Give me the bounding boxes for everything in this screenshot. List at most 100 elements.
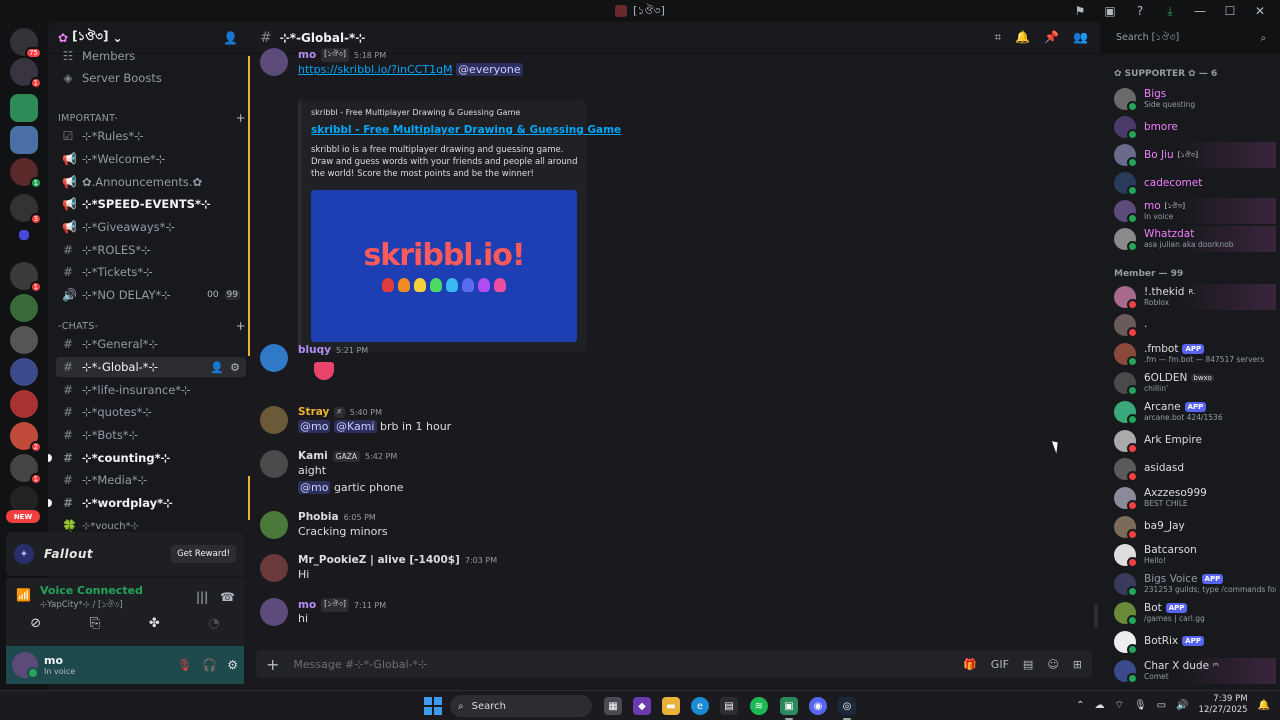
server-search[interactable]: Search [১ঔ৩] ⌕ [1110, 28, 1272, 48]
server-icon[interactable]: 1 [10, 158, 42, 189]
user-info[interactable]: mo In voice [44, 654, 75, 676]
mic-icon[interactable]: 🎙 [1134, 700, 1147, 711]
inbox-icon[interactable]: ▣ [1102, 3, 1118, 19]
member-row[interactable]: . [1112, 312, 1276, 338]
terminal-icon[interactable]: ▣ [780, 697, 798, 720]
voice-connected-label[interactable]: Voice Connected [40, 584, 143, 597]
mention[interactable]: @everyone [456, 63, 523, 76]
volume-icon[interactable]: 🔊 [1176, 700, 1188, 711]
message-author[interactable]: mo [298, 49, 316, 61]
channel-quotes[interactable]: # ⊹*quotes*⊹ [56, 402, 246, 422]
server-icon[interactable] [10, 358, 38, 386]
server-icon[interactable] [10, 390, 38, 418]
threads-icon[interactable]: ⌗ [994, 30, 1001, 45]
download-icon[interactable]: ⤓ [1162, 3, 1178, 19]
activities-icon[interactable]: ✤ [149, 616, 160, 631]
quest-promo[interactable]: ✦ Fallout Get Reward! [6, 532, 244, 576]
member-row[interactable]: .fmbot APP .fm — fm.bot — 847517 servers [1112, 341, 1276, 367]
task-view-icon[interactable]: ▦ [604, 697, 622, 715]
server-icon[interactable] [10, 294, 38, 322]
member-row[interactable]: Bo Jiu [১ঔ৩] [1112, 142, 1276, 168]
member-list-icon[interactable]: 👥 [1073, 30, 1088, 45]
emoji-icon[interactable]: ☺ [1047, 658, 1058, 671]
member-row[interactable]: Ark Empire [1112, 428, 1276, 454]
member-row[interactable]: bmore [1112, 114, 1276, 140]
message-author[interactable]: Mr_PookieZ | alive [-1400$] [298, 554, 460, 566]
add-channel-icon[interactable]: + [236, 111, 246, 125]
copilot-icon[interactable]: ◆ [633, 697, 651, 715]
channel-tickets[interactable]: # ⊹*Tickets*⊹ [56, 262, 246, 282]
sidebar-item-server-boosts[interactable]: ◈ Server Boosts [56, 68, 246, 88]
maximize-icon[interactable]: ☐ [1222, 3, 1238, 19]
attach-icon[interactable]: + [266, 655, 279, 674]
gear-icon[interactable]: ⚙ [227, 658, 238, 672]
member-row[interactable]: Bigs Side questing [1112, 86, 1276, 112]
taskbar-search[interactable]: ⌕ Search [450, 695, 592, 717]
member-row[interactable]: Axzzeso999 BEST CHILE [1112, 485, 1276, 511]
avatar[interactable] [260, 450, 288, 478]
onedrive-icon[interactable]: ☁ [1095, 700, 1105, 711]
soundboard-icon[interactable]: ◔ [208, 616, 219, 631]
channel-speed-events[interactable]: 📢 ⊹*SPEED-EVENTS*⊹ [56, 194, 246, 214]
avatar[interactable] [260, 48, 288, 76]
spotify-icon[interactable]: ≋ [750, 697, 768, 715]
mention[interactable]: @mo [298, 481, 331, 494]
voice-channel-label[interactable]: ⊹YapCity*⊹ / [১ঔ৩] [40, 598, 123, 612]
member-row[interactable]: Char X dude ᴶᴾᴸ Comet [1112, 658, 1276, 684]
channel-media[interactable]: # ⊹*Media*⊹ [56, 470, 246, 490]
invite-icon[interactable]: 👤 [210, 361, 224, 374]
server-icon[interactable] [10, 94, 38, 122]
channel-giveaways[interactable]: 📢 ⊹*Giveaways*⊹ [56, 217, 246, 237]
file-explorer-icon[interactable]: ▬ [662, 697, 680, 715]
member-row[interactable]: 6OLDEN bwxo chillin' [1112, 370, 1276, 396]
screen-share-icon[interactable]: ⎘ [90, 616, 100, 631]
server-icon[interactable]: 2 [10, 422, 42, 453]
steam-icon[interactable]: ◎ [838, 697, 856, 720]
channel-general[interactable]: # ⊹*General*⊹ [56, 334, 246, 354]
category-important[interactable]: IMPORTANT- + [58, 111, 246, 125]
server-icon[interactable] [10, 326, 38, 354]
avatar[interactable] [260, 511, 288, 539]
message-author[interactable]: mo [298, 599, 316, 611]
start-icon[interactable] [424, 697, 442, 715]
add-member-icon[interactable]: 👤 [223, 31, 238, 45]
member-row[interactable]: Bigs Voice APP 231253 guilds; type /comma… [1112, 571, 1276, 597]
camera-off-icon[interactable]: ⊘ [30, 616, 41, 631]
channel-welcome[interactable]: 📢 ⊹*Welcome*⊹ [56, 149, 246, 169]
apps-icon[interactable]: ⊞ [1073, 658, 1082, 671]
channel-announcements[interactable]: 📢 ✿.Announcements.✿ [56, 172, 246, 192]
avatar[interactable] [260, 344, 288, 372]
message-author[interactable]: Kami [298, 450, 328, 462]
embed-image[interactable]: skribbl.io! [311, 190, 577, 342]
member-row[interactable]: !.thekid R. Roblox [1112, 284, 1276, 310]
sidebar-item-members[interactable]: ☷ Members [56, 46, 246, 66]
channel-life-insurance[interactable]: # ⊹*life-insurance*⊹ [56, 380, 246, 400]
sticker-icon[interactable]: ▤ [1023, 658, 1033, 671]
edge-icon[interactable]: e [691, 697, 709, 715]
direct-messages-icon[interactable]: 75 [10, 28, 42, 59]
server-icon[interactable]: 1 [10, 454, 42, 485]
message-composer[interactable]: + Message #⊹*-Global-*⊹ 🎁 GIF ▤ ☺ ⊞ [256, 650, 1092, 678]
member-row[interactable]: Batcarson Hello! [1112, 542, 1276, 568]
close-icon[interactable]: ✕ [1252, 3, 1268, 19]
server-icon[interactable]: 1 [10, 58, 42, 89]
avatar[interactable] [12, 652, 39, 679]
member-row[interactable]: BotRix APP [1112, 629, 1276, 655]
server-icon[interactable] [10, 126, 38, 154]
chevron-up-icon[interactable]: ⌃ [1076, 700, 1084, 711]
channel-bots[interactable]: # ⊹*Bots*⊹ [56, 425, 246, 445]
notification-icon[interactable]: 🔔 [1258, 700, 1270, 711]
signal-icon[interactable]: 📶 [16, 588, 31, 602]
gift-icon[interactable]: 🎁 [963, 658, 977, 671]
message-input[interactable]: Message #⊹*-Global-*⊹ [293, 658, 427, 671]
member-row[interactable]: mo [১ঔ৩] In voice [1112, 198, 1276, 224]
avatar[interactable] [260, 598, 288, 626]
message-author[interactable]: Stray [298, 406, 329, 418]
add-channel-icon[interactable]: + [236, 319, 246, 333]
mention[interactable]: @Kami [333, 420, 377, 433]
server-icon[interactable]: 1 [10, 262, 42, 293]
embed-title[interactable]: skribbl - Free Multiplayer Drawing & Gue… [311, 124, 621, 136]
discord-icon[interactable]: ◉ [809, 697, 827, 715]
message-link[interactable]: https://skribbl.io/?inCCT1gM [298, 63, 453, 76]
channel-roles[interactable]: # ⊹*ROLES*⊹ [56, 240, 246, 260]
